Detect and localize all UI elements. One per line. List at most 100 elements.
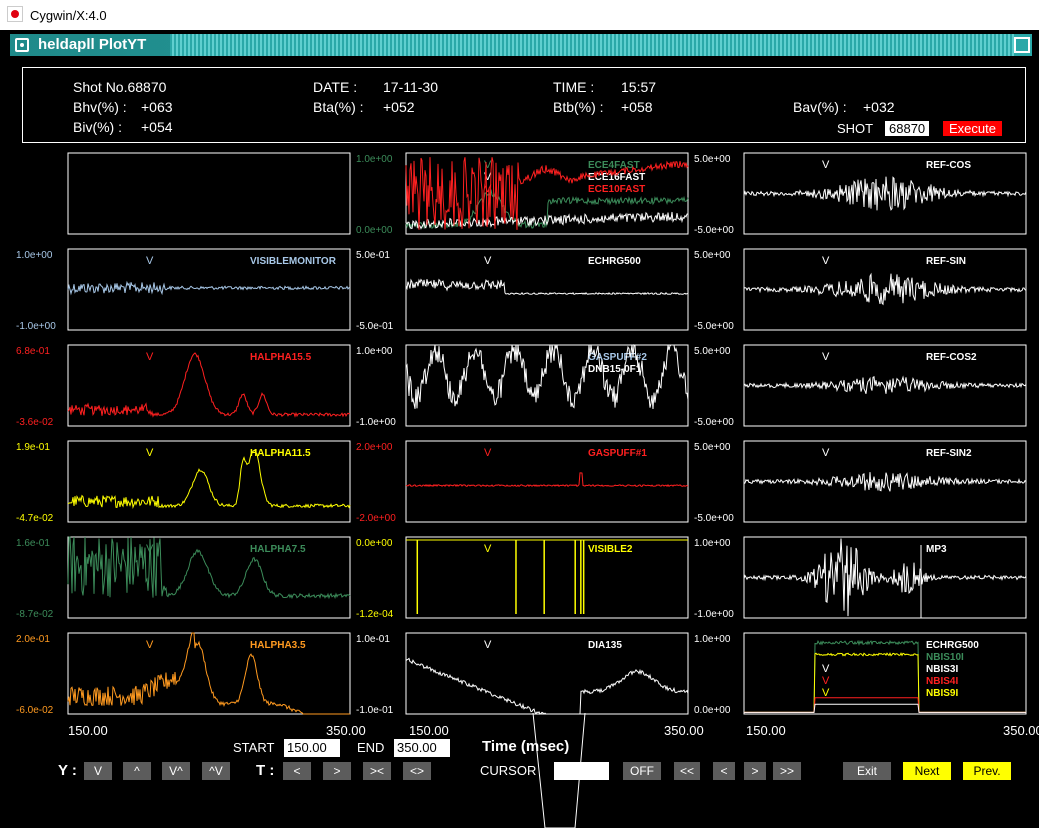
channel-label: VISIBLEMONITOR: [250, 256, 337, 267]
cursor-last-button[interactable]: >>: [773, 762, 801, 780]
right-scale-bottom: -5.0e+00: [694, 417, 734, 428]
plot-frame-p50: [67, 632, 351, 715]
right-scale-bottom: 0.0e+00: [694, 705, 731, 716]
plot-frame-p52: [743, 632, 1027, 715]
right-scale-bottom: -2.0e+00: [356, 513, 396, 524]
right-scale-top: 5.0e+00: [694, 250, 731, 261]
channel-label: DNB15-0F1: [588, 364, 642, 375]
next-button[interactable]: Next: [903, 762, 951, 780]
cursor-next-button[interactable]: >: [744, 762, 766, 780]
channel-label: REF-SIN: [926, 256, 966, 267]
cursor-prev-button[interactable]: <: [713, 762, 735, 780]
right-scale-bottom: -1.2e-04: [356, 609, 394, 620]
channel-label: ECE4FAST: [588, 160, 640, 171]
right-scale-top: 0.0e+00: [356, 538, 393, 549]
channel-label: HALPHA15.5: [250, 352, 312, 363]
channel-label: HALPHA7.5: [250, 544, 306, 555]
channel-label: GASPUFF#1: [588, 448, 647, 459]
end-input[interactable]: 350.00: [394, 739, 450, 757]
v-marker: V: [822, 255, 830, 267]
right-scale-top: 1.0e+00: [694, 538, 731, 549]
right-scale-top: 5.0e+00: [694, 154, 731, 165]
plot-area: 1.0e+000.0e+00V ECE4FASTV ECE16FASTV ECE10F…: [16, 152, 1027, 828]
t-zoom-in-button[interactable]: ><: [363, 762, 391, 780]
plot-frame-p51: [405, 632, 689, 715]
right-scale-top: 1.0e-01: [356, 634, 390, 645]
start-label: START: [233, 740, 275, 755]
channel-label: NBIS10I: [926, 652, 964, 663]
channel-label: ECE10FAST: [588, 184, 645, 195]
v-marker: V: [822, 675, 830, 687]
y-up-down-button[interactable]: ^V: [202, 762, 230, 780]
channel-label: DIA135: [588, 640, 622, 651]
left-scale-bottom: -8.7e-02: [16, 609, 54, 620]
v-marker: V: [146, 255, 154, 267]
prev-button[interactable]: Prev.: [963, 762, 1011, 780]
x-axis-min-col2: 150.00: [409, 723, 449, 738]
x-axis-min-col3: 150.00: [746, 723, 786, 738]
channel-label: REF-SIN2: [926, 448, 972, 459]
right-scale-bottom: -5.0e-01: [356, 321, 394, 332]
right-scale-top: 1.0e+00: [356, 154, 393, 165]
channel-label: ECHRG500: [588, 256, 641, 267]
left-scale-bottom: -1.0e+00: [16, 321, 56, 332]
v-marker: V: [822, 687, 830, 699]
left-scale-top: 2.0e-01: [16, 634, 50, 645]
channel-label: NBIS9I: [926, 688, 958, 699]
left-scale-bottom: -3.6e-02: [16, 417, 54, 428]
plot-frame-p11: [405, 248, 689, 331]
v-marker: V: [484, 447, 492, 459]
channel-label: ECHRG500: [926, 640, 979, 651]
time-axis-label: Time (msec): [482, 738, 570, 755]
channel-label: NBIS3I: [926, 664, 958, 675]
right-scale-bottom: -5.0e+00: [694, 225, 734, 236]
channel-label: HALPHA11.5: [250, 448, 311, 459]
cursor-label: CURSOR: [480, 763, 537, 778]
cursor-input[interactable]: [554, 762, 609, 780]
v-marker: V: [822, 159, 830, 171]
channel-label: GASPUFF#2: [588, 352, 647, 363]
x-axis-max-col1: 350.00: [326, 723, 366, 738]
plot-frame-p00: [67, 152, 351, 235]
end-label: END: [357, 740, 385, 755]
right-scale-top: 5.0e+00: [694, 346, 731, 357]
v-marker: V: [146, 639, 154, 651]
channel-label: REF-COS: [926, 160, 971, 171]
left-scale-top: 1.6e-01: [16, 538, 50, 549]
cursor-first-button[interactable]: <<: [674, 762, 700, 780]
channel-label: NBIS4I: [926, 676, 958, 687]
left-scale-bottom: -6.0e-02: [16, 705, 54, 716]
right-scale-top: 1.0e+00: [356, 346, 393, 357]
t-controls-label: T :: [256, 762, 275, 779]
right-scale-top: 5.0e-01: [356, 250, 390, 261]
v-marker: V: [146, 351, 154, 363]
v-marker: V: [484, 255, 492, 267]
right-scale-bottom: -1.0e-01: [356, 705, 394, 716]
right-scale-bottom: 0.0e+00: [356, 225, 393, 236]
v-marker: V: [822, 447, 830, 459]
channel-label: VISIBLE2: [588, 544, 633, 555]
v-marker: V: [822, 351, 830, 363]
right-scale-top: 2.0e+00: [356, 442, 393, 453]
y-down-up-button[interactable]: V^: [162, 762, 190, 780]
v-marker: V: [146, 447, 154, 459]
start-input[interactable]: 150.00: [284, 739, 340, 757]
x-axis-min-col1: 150.00: [68, 723, 108, 738]
y-shrink-button[interactable]: ^: [123, 762, 151, 780]
t-left-button[interactable]: <: [283, 762, 311, 780]
y-expand-button[interactable]: V: [84, 762, 112, 780]
channel-label: MP3: [926, 544, 947, 555]
channel-label: HALPHA3.5: [250, 640, 306, 651]
x-axis-max-col3: 350.00: [1003, 723, 1039, 738]
v-marker: V: [484, 543, 492, 555]
plot-frame-p41: [405, 536, 689, 619]
channel-label: REF-COS2: [926, 352, 977, 363]
y-controls-label: Y :: [58, 762, 77, 779]
right-scale-top: 5.0e+00: [694, 442, 731, 453]
right-scale-bottom: -5.0e+00: [694, 513, 734, 524]
v-marker: V: [822, 663, 830, 675]
t-zoom-out-button[interactable]: <>: [403, 762, 431, 780]
cursor-off-button[interactable]: OFF: [623, 762, 661, 780]
t-right-button[interactable]: >: [323, 762, 351, 780]
exit-button[interactable]: Exit: [843, 762, 891, 780]
